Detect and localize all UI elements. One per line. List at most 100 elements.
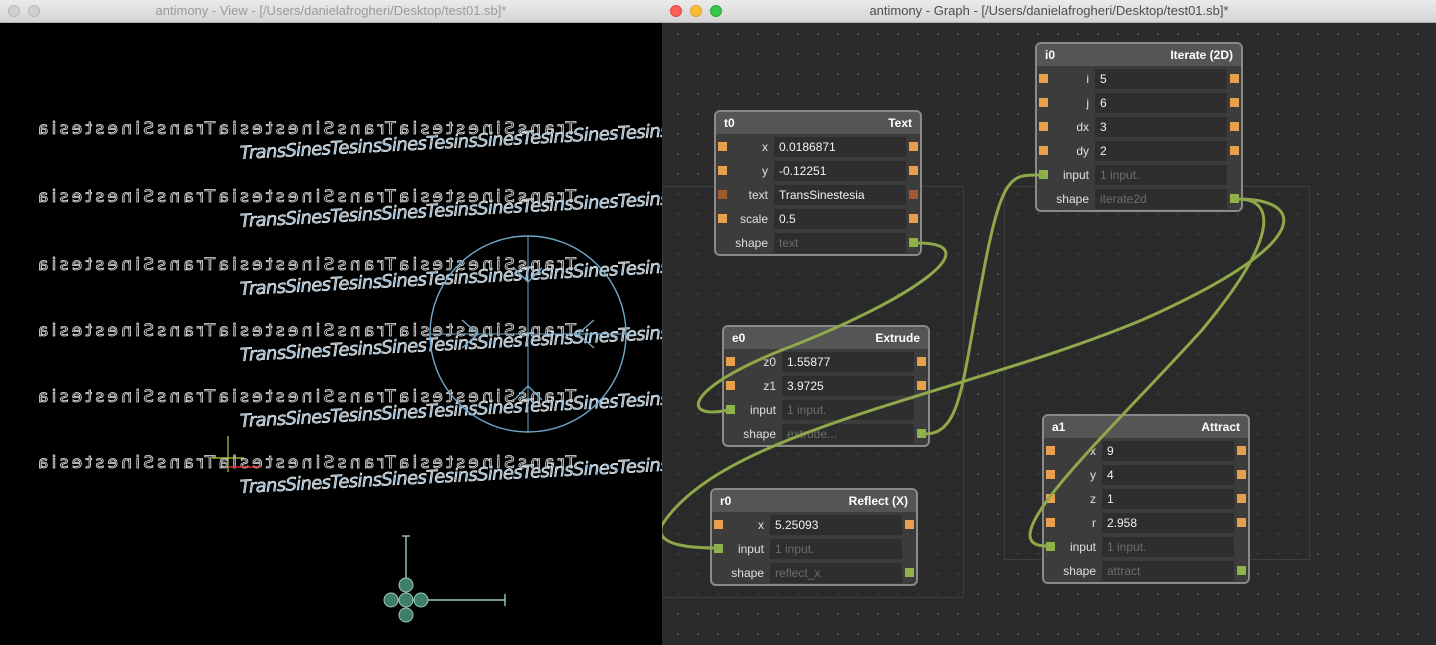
node-header[interactable]: i0 Iterate (2D) xyxy=(1037,44,1241,66)
3d-viewport[interactable]: TransSinestesiaTransSinestesiaTransSines… xyxy=(0,22,662,645)
input-port[interactable] xyxy=(718,142,727,151)
param-value-field[interactable]: 0.5 xyxy=(774,209,906,229)
param-row-z1: z1 3.9725 xyxy=(724,375,928,397)
input-port[interactable] xyxy=(726,405,735,414)
param-row-x: x 0.0186871 xyxy=(716,136,920,158)
input-port[interactable] xyxy=(1046,542,1055,551)
param-label: shape xyxy=(743,427,776,441)
param-value-field[interactable]: 5 xyxy=(1095,69,1227,89)
param-label: shape xyxy=(1063,564,1096,578)
node-attract-a1[interactable]: a1 Attract x 9 y 4 z 1 r 2.958 input 1 i… xyxy=(1042,414,1250,584)
graph-titlebar: antimony - Graph - [/Users/danielafroghe… xyxy=(662,0,1436,23)
input-port[interactable] xyxy=(1046,494,1055,503)
param-label: x xyxy=(762,140,768,154)
node-header[interactable]: t0 Text xyxy=(716,112,920,134)
param-value-field[interactable]: 2 xyxy=(1095,141,1227,161)
param-label: input xyxy=(737,542,764,556)
node-reflect-r0[interactable]: r0 Reflect (X) x 5.25093 input 1 input. … xyxy=(710,488,918,586)
param-row-j: j 6 xyxy=(1037,92,1241,114)
node-header[interactable]: e0 Extrude xyxy=(724,327,928,349)
output-port[interactable] xyxy=(1230,74,1239,83)
input-port[interactable] xyxy=(1039,170,1048,179)
param-value-field[interactable]: TransSinestesia xyxy=(774,185,906,205)
rendered-text-rows: TransSinestesiaTransSinestesiaTransSines… xyxy=(38,119,662,499)
input-port[interactable] xyxy=(1039,122,1048,131)
output-port[interactable] xyxy=(917,357,926,366)
output-port[interactable] xyxy=(909,142,918,151)
param-value-field[interactable]: 6 xyxy=(1095,93,1227,113)
param-value-field[interactable]: 9 xyxy=(1102,441,1234,461)
output-port[interactable] xyxy=(1237,518,1246,527)
param-value-field: 1 input. xyxy=(770,539,902,559)
output-port[interactable] xyxy=(1230,146,1239,155)
param-row-shape: shape text xyxy=(716,232,920,254)
param-label: r xyxy=(1092,516,1096,530)
param-label: input xyxy=(749,403,776,417)
input-port[interactable] xyxy=(1046,470,1055,479)
input-port[interactable] xyxy=(1046,518,1055,527)
param-row-input: input 1 input. xyxy=(724,399,928,421)
output-port[interactable] xyxy=(1237,470,1246,479)
param-label: z xyxy=(1090,492,1096,506)
output-port[interactable] xyxy=(917,429,926,438)
param-label: shape xyxy=(735,236,768,250)
param-value-field: 1 input. xyxy=(1102,537,1234,557)
node-id: r0 xyxy=(720,494,732,508)
input-port[interactable] xyxy=(1039,146,1048,155)
param-value-field[interactable]: -0.12251 xyxy=(774,161,906,181)
param-value-field: attract xyxy=(1102,561,1234,581)
output-port[interactable] xyxy=(909,238,918,247)
param-value-field: extrude... xyxy=(782,424,914,444)
param-row-shape: shape reflect_x xyxy=(712,562,916,584)
param-value-field[interactable]: 1 xyxy=(1102,489,1234,509)
node-header[interactable]: r0 Reflect (X) xyxy=(712,490,916,512)
output-port[interactable] xyxy=(909,190,918,199)
output-port[interactable] xyxy=(905,568,914,577)
output-port[interactable] xyxy=(1230,98,1239,107)
param-value-field[interactable]: 4 xyxy=(1102,465,1234,485)
axis-navigator[interactable] xyxy=(383,535,506,623)
param-row-z0: z0 1.55877 xyxy=(724,351,928,373)
param-label: dy xyxy=(1076,144,1089,158)
param-label: dx xyxy=(1076,120,1089,134)
input-port[interactable] xyxy=(1039,74,1048,83)
output-port[interactable] xyxy=(1230,122,1239,131)
input-port[interactable] xyxy=(714,520,723,529)
output-port[interactable] xyxy=(1237,566,1246,575)
node-extrude-e0[interactable]: e0 Extrude z0 1.55877 z1 3.9725 input 1 … xyxy=(722,325,930,447)
output-port[interactable] xyxy=(909,166,918,175)
input-port[interactable] xyxy=(718,214,727,223)
param-value-field[interactable]: 0.0186871 xyxy=(774,137,906,157)
output-port[interactable] xyxy=(1237,494,1246,503)
input-port[interactable] xyxy=(1039,98,1048,107)
param-row-input: input 1 input. xyxy=(712,538,916,560)
param-row-x: x 9 xyxy=(1044,440,1248,462)
param-value-field: reflect_x xyxy=(770,563,902,583)
input-port[interactable] xyxy=(714,544,723,553)
node-header[interactable]: a1 Attract xyxy=(1044,416,1248,438)
node-text-t0[interactable]: t0 Text x 0.0186871 y -0.12251 text Tran… xyxy=(714,110,922,256)
output-port[interactable] xyxy=(909,214,918,223)
param-value-field[interactable]: 5.25093 xyxy=(770,515,902,535)
output-port[interactable] xyxy=(905,520,914,529)
param-row-dx: dx 3 xyxy=(1037,116,1241,138)
param-value-field: 1 input. xyxy=(782,400,914,420)
param-label: scale xyxy=(739,212,768,226)
input-port[interactable] xyxy=(726,357,735,366)
output-port[interactable] xyxy=(1237,446,1246,455)
output-port[interactable] xyxy=(917,381,926,390)
param-label: z1 xyxy=(763,379,776,393)
graph-window: antimony - Graph - [/Users/danielafroghe… xyxy=(662,0,1436,645)
input-port[interactable] xyxy=(726,381,735,390)
input-port[interactable] xyxy=(1046,446,1055,455)
view-window-title: antimony - View - [/Users/danielafrogher… xyxy=(155,3,507,18)
param-value-field[interactable]: 3.9725 xyxy=(782,376,914,396)
param-value-field[interactable]: 2.958 xyxy=(1102,513,1234,533)
input-port[interactable] xyxy=(718,190,727,199)
node-iterate-i0[interactable]: i0 Iterate (2D) i 5 j 6 dx 3 dy 2 input … xyxy=(1035,42,1243,212)
output-port[interactable] xyxy=(1230,194,1239,203)
param-value-field[interactable]: 3 xyxy=(1095,117,1227,137)
input-port[interactable] xyxy=(718,166,727,175)
param-value-field[interactable]: 1.55877 xyxy=(782,352,914,372)
param-row-shape: shape iterate2d xyxy=(1037,188,1241,210)
